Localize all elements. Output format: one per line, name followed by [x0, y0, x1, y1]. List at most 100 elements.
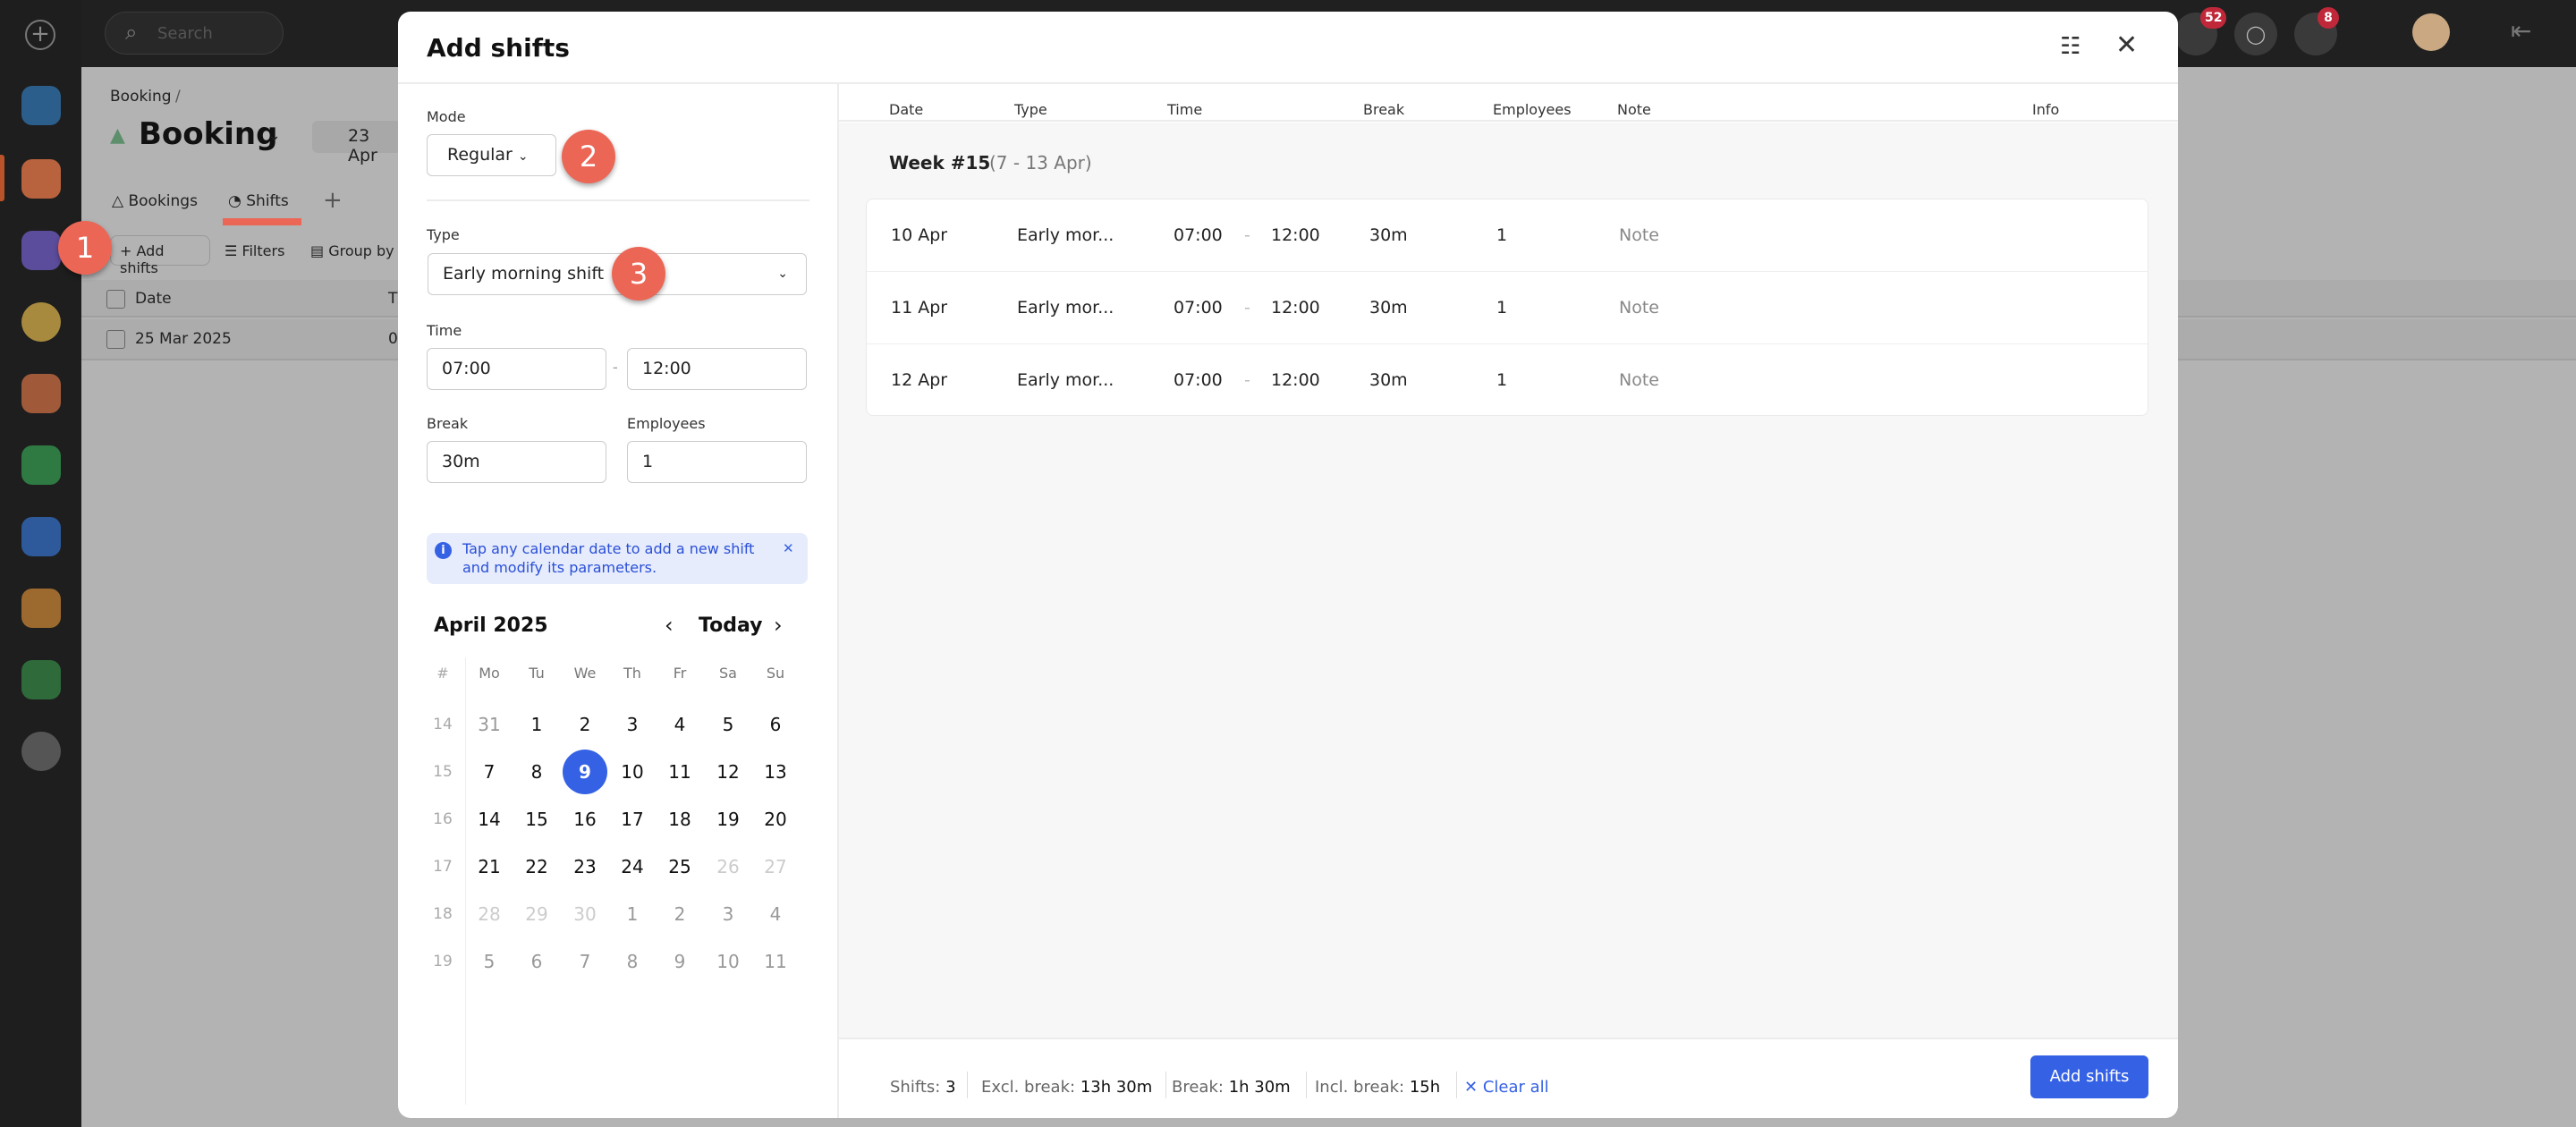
- tab-bookings[interactable]: △ Bookings: [112, 192, 198, 210]
- today-button[interactable]: Today: [699, 614, 762, 637]
- users-icon[interactable]: [21, 302, 61, 342]
- user-search-icon[interactable]: [21, 374, 61, 413]
- briefcase-clock-icon[interactable]: [21, 589, 61, 628]
- row-checkbox[interactable]: [106, 330, 125, 349]
- weeknum-header: #: [436, 665, 449, 682]
- row-time: 0: [388, 330, 398, 348]
- week-range: (7 - 13 Apr): [989, 152, 1092, 174]
- calendar-day[interactable]: 6: [514, 939, 559, 984]
- time-separator: -: [613, 359, 618, 376]
- chevron-down-icon: ⌄: [777, 267, 788, 281]
- collapse-icon[interactable]: ⇤: [2511, 16, 2531, 46]
- clear-all-button[interactable]: ✕ Clear all: [1464, 1078, 1549, 1097]
- calendar-day[interactable]: 17: [610, 797, 655, 842]
- calendar-day[interactable]: 4: [657, 702, 702, 747]
- shift-note[interactable]: Note: [1619, 370, 1659, 390]
- break-total-label: Break:: [1172, 1078, 1224, 1097]
- home-icon[interactable]: [21, 86, 61, 125]
- weekday-fr: Fr: [673, 665, 687, 682]
- calendar-day[interactable]: 23: [563, 844, 607, 889]
- calendar-day[interactable]: 16: [563, 797, 607, 842]
- tab-shifts[interactable]: ◔ Shifts: [228, 192, 289, 210]
- gear-icon[interactable]: [21, 732, 61, 771]
- chevron-left-icon[interactable]: ‹: [665, 613, 674, 638]
- calendar-day[interactable]: 2: [657, 892, 702, 936]
- calendar-day[interactable]: 7: [563, 939, 607, 984]
- shift-date: 10 Apr: [891, 225, 948, 245]
- calendar-day[interactable]: 31: [467, 702, 512, 747]
- calendar-day[interactable]: 18: [657, 797, 702, 842]
- calendar-day[interactable]: 1: [514, 702, 559, 747]
- calendar-day[interactable]: 5: [467, 939, 512, 984]
- chart-icon[interactable]: [21, 660, 61, 699]
- break-total: Break: 1h 30m: [1172, 1078, 1291, 1097]
- group-by-button[interactable]: ▤ Group by: [310, 242, 394, 259]
- calendar-day[interactable]: 3: [610, 702, 655, 747]
- calendar-day[interactable]: 11: [657, 750, 702, 794]
- calendar-day[interactable]: 10: [610, 750, 655, 794]
- calendar-day[interactable]: 22: [514, 844, 559, 889]
- settings-sliders-icon[interactable]: ☷: [2060, 33, 2080, 60]
- calendar-day[interactable]: 7: [467, 750, 512, 794]
- annotation-1: 1: [58, 221, 112, 275]
- shift-type: Early mor...: [1017, 225, 1114, 245]
- calendar-day[interactable]: 24: [610, 844, 655, 889]
- calendar-day[interactable]: 12: [706, 750, 750, 794]
- end-time-input[interactable]: 12:00: [627, 348, 807, 390]
- calendar-day[interactable]: 21: [467, 844, 512, 889]
- employees-input[interactable]: 1: [627, 441, 807, 483]
- calendar-day[interactable]: 19: [706, 797, 750, 842]
- calendar-day[interactable]: 6: [753, 702, 798, 747]
- shift-note[interactable]: Note: [1619, 298, 1659, 318]
- calendar-day[interactable]: 9: [657, 939, 702, 984]
- add-icon[interactable]: +: [25, 20, 55, 50]
- calendar-day[interactable]: 25: [657, 844, 702, 889]
- calculator-icon[interactable]: [21, 445, 61, 485]
- calendar-day[interactable]: 14: [467, 797, 512, 842]
- calendar-day[interactable]: 10: [706, 939, 750, 984]
- shift-type: Early mor...: [1017, 298, 1114, 318]
- search-input[interactable]: ⌕ Search: [105, 12, 284, 55]
- breadcrumb-separator: /: [175, 88, 181, 106]
- calendar-day[interactable]: 11: [753, 939, 798, 984]
- chevron-down-icon: ⌄: [517, 149, 529, 164]
- close-icon[interactable]: ✕: [783, 540, 794, 556]
- shift-break: 30m: [1369, 298, 1408, 318]
- filters-button[interactable]: ☰ Filters: [225, 242, 284, 259]
- add-tab-icon[interactable]: +: [323, 187, 343, 214]
- document-icon[interactable]: [21, 517, 61, 556]
- notif-count: 8: [2318, 7, 2339, 29]
- calendar-day[interactable]: 2: [563, 702, 607, 747]
- close-icon[interactable]: ✕: [2115, 30, 2138, 61]
- calendar-app-icon[interactable]: [21, 159, 61, 199]
- chevron-down-icon[interactable]: ⌄: [267, 126, 281, 145]
- breadcrumb[interactable]: Booking: [110, 88, 172, 106]
- select-all-checkbox[interactable]: [106, 290, 125, 309]
- chevron-right-icon[interactable]: ›: [774, 613, 783, 638]
- add-shifts-button[interactable]: + Add shifts: [110, 235, 210, 276]
- break-input[interactable]: 30m: [427, 441, 606, 483]
- calendar-day-selected[interactable]: 9: [563, 750, 607, 794]
- calendar-day[interactable]: 5: [706, 702, 750, 747]
- shift-break: 30m: [1369, 370, 1408, 390]
- calendar-day[interactable]: 1: [610, 892, 655, 936]
- avatar[interactable]: [2412, 13, 2450, 51]
- start-time-input[interactable]: 07:00: [427, 348, 606, 390]
- divider: [967, 1072, 968, 1098]
- mode-select[interactable]: Regular ⌄: [427, 134, 556, 176]
- calendar-day[interactable]: 8: [610, 939, 655, 984]
- shifts-label: Shifts:: [890, 1078, 941, 1097]
- calendar-day[interactable]: 3: [706, 892, 750, 936]
- calendar-day[interactable]: 15: [514, 797, 559, 842]
- calendar-day[interactable]: 20: [753, 797, 798, 842]
- date-chip[interactable]: 23 Apr: [312, 121, 402, 165]
- add-shifts-submit-button[interactable]: Add shifts: [2030, 1055, 2148, 1098]
- column-break: Break: [1363, 101, 1405, 118]
- chat-button[interactable]: ◯: [2234, 13, 2277, 55]
- calendar-day: 30: [573, 903, 597, 925]
- calendar-day[interactable]: 13: [753, 750, 798, 794]
- shift-note[interactable]: Note: [1619, 225, 1659, 245]
- building-icon[interactable]: [21, 231, 61, 270]
- calendar-day[interactable]: 4: [753, 892, 798, 936]
- calendar-day[interactable]: 8: [514, 750, 559, 794]
